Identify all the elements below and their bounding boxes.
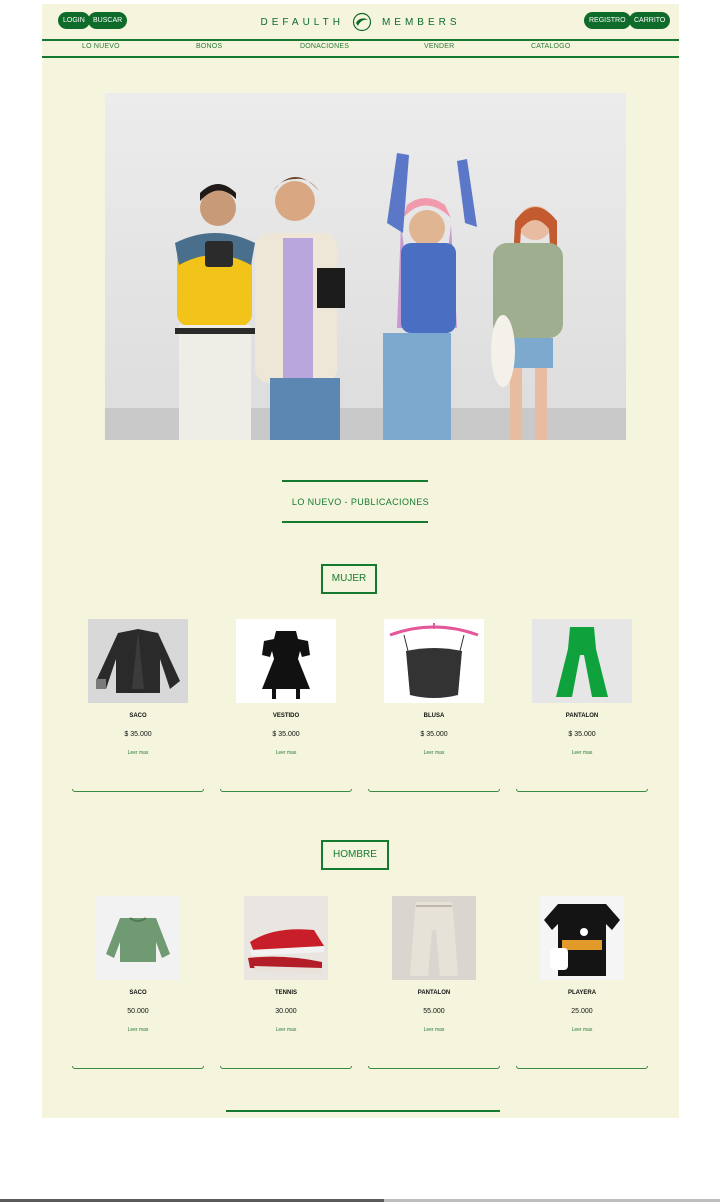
product-card[interactable]: PLAYERA 25.000 Leer mas [516,896,648,1071]
product-card[interactable]: BLUSA $ 35.000 Leer mas [368,619,500,794]
page-container: LOGIN BUSCAR DEFAULTH MEMBERS REGISTRO C… [42,4,679,1118]
card-underline [220,789,352,792]
read-more-link[interactable]: Leer mas [516,750,648,756]
product-price: $ 35.000 [124,731,152,738]
hero-people-illustration [105,153,626,440]
top-header: LOGIN BUSCAR DEFAULTH MEMBERS REGISTRO C… [42,4,679,40]
product-card[interactable]: SACO $ 35.000 Leer mas [72,619,204,794]
product-card[interactable]: SACO 50.000 Leer mas [72,896,204,1071]
section-title: LO NUEVO - PUBLICACIONES [291,497,430,507]
product-name: BLUSA [423,713,445,719]
product-image-saco-hombre[interactable] [96,896,180,980]
category-hombre-button[interactable]: HOMBRE [321,840,389,870]
footer-divider [226,1110,500,1112]
product-image-tennis[interactable] [244,896,328,980]
product-price: $ 35.000 [568,731,596,738]
product-price: $ 35.000 [420,731,448,738]
product-image-pantalon-hombre[interactable] [392,896,476,980]
product-image-saco-mujer[interactable] [88,619,188,703]
read-more-link[interactable]: Leer mas [72,1027,204,1033]
card-underline [72,789,204,792]
card-underline [516,789,648,792]
register-button[interactable]: REGISTRO [584,12,631,29]
nav-item-lo-nuevo[interactable]: LO NUEVO [82,43,120,50]
product-price: 55.000 [423,1008,445,1015]
hero-image [105,93,626,440]
read-more-link[interactable]: Leer mas [220,1027,352,1033]
product-name: SACO [129,990,147,996]
read-more-link[interactable]: Leer mas [368,1027,500,1033]
nav-item-donaciones[interactable]: DONACIONES [300,43,349,50]
product-price: 30.000 [275,1008,297,1015]
read-more-link[interactable]: Leer mas [220,750,352,756]
category-mujer-button[interactable]: MUJER [321,564,377,594]
card-underline [516,1066,648,1069]
product-image-playera[interactable] [540,896,624,980]
nav-item-catalogo[interactable]: CATALOGO [531,43,570,50]
product-name: TENNIS [274,990,297,996]
product-name: PANTALON [565,713,599,719]
card-underline [368,789,500,792]
read-more-link[interactable]: Leer mas [368,750,500,756]
nav-top-divider [42,39,679,41]
product-card[interactable]: TENNIS 30.000 Leer mas [220,896,352,1071]
nav-item-vender[interactable]: VENDER [424,43,454,50]
product-card[interactable]: PANTALON $ 35.000 Leer mas [516,619,648,794]
main-nav: LO NUEVO BONOS DONACIONES VENDER CATALOG… [42,42,679,57]
read-more-link[interactable]: Leer mas [72,750,204,756]
product-image-vestido[interactable] [236,619,336,703]
product-card[interactable]: PANTALON 55.000 Leer mas [368,896,500,1071]
cart-button[interactable]: CARRITO [629,12,671,29]
section-title-bottom-line [282,521,428,523]
product-price: 50.000 [127,1008,149,1015]
nav-bottom-divider [42,56,679,58]
product-name: VESTIDO [272,713,300,719]
product-price: 25.000 [571,1008,593,1015]
product-name: PLAYERA [567,990,597,996]
product-image-blusa[interactable] [384,619,484,703]
card-underline [72,1066,204,1069]
section-title-top-line [282,480,428,482]
nav-item-bonos[interactable]: BONOS [196,43,222,50]
logo-mark-icon [352,12,372,32]
logo-text-right: MEMBERS [381,16,461,28]
read-more-link[interactable]: Leer mas [516,1027,648,1033]
card-underline [220,1066,352,1069]
product-card[interactable]: VESTIDO $ 35.000 Leer mas [220,619,352,794]
card-underline [368,1066,500,1069]
product-price: $ 35.000 [272,731,300,738]
product-name: SACO [129,713,147,719]
product-image-pantalon-mujer[interactable] [532,619,632,703]
logo-text-left: DEFAULTH [260,16,344,28]
product-name: PANTALON [417,990,451,996]
